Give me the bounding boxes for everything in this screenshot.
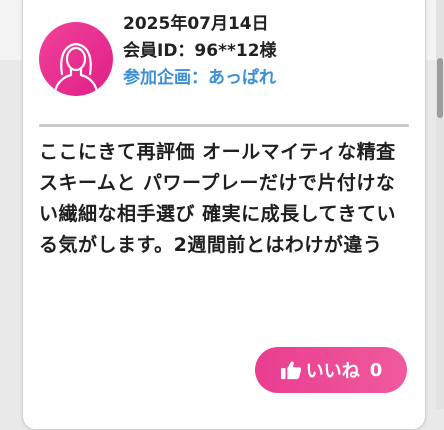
female-user-icon <box>53 42 99 94</box>
review-meta: 2025年07月14日 会員ID：96**12様 参加企画：あっぱれ <box>123 11 277 92</box>
scrollbar[interactable] <box>436 0 444 409</box>
review-date: 2025年07月14日 <box>123 14 269 34</box>
divider <box>39 124 409 127</box>
like-count: 0 <box>369 359 383 381</box>
avatar <box>39 22 113 96</box>
review-comment: ここにきて再評価 オールマイティな精査スキームと パワープレーだけで片付けない繊… <box>39 141 396 256</box>
thumbs-up-icon <box>280 361 301 380</box>
event-link[interactable]: 参加企画：あっぱれ <box>123 65 277 92</box>
scrollbar-thumb[interactable] <box>437 58 443 118</box>
like-label: いいね <box>305 361 360 382</box>
review-card: 2025年07月14日 会員ID：96**12様 参加企画：あっぱれ ここにきて… <box>22 0 426 430</box>
like-button[interactable]: いいね 0 <box>255 347 407 393</box>
member-id: 会員ID：96**12様 <box>123 41 277 61</box>
